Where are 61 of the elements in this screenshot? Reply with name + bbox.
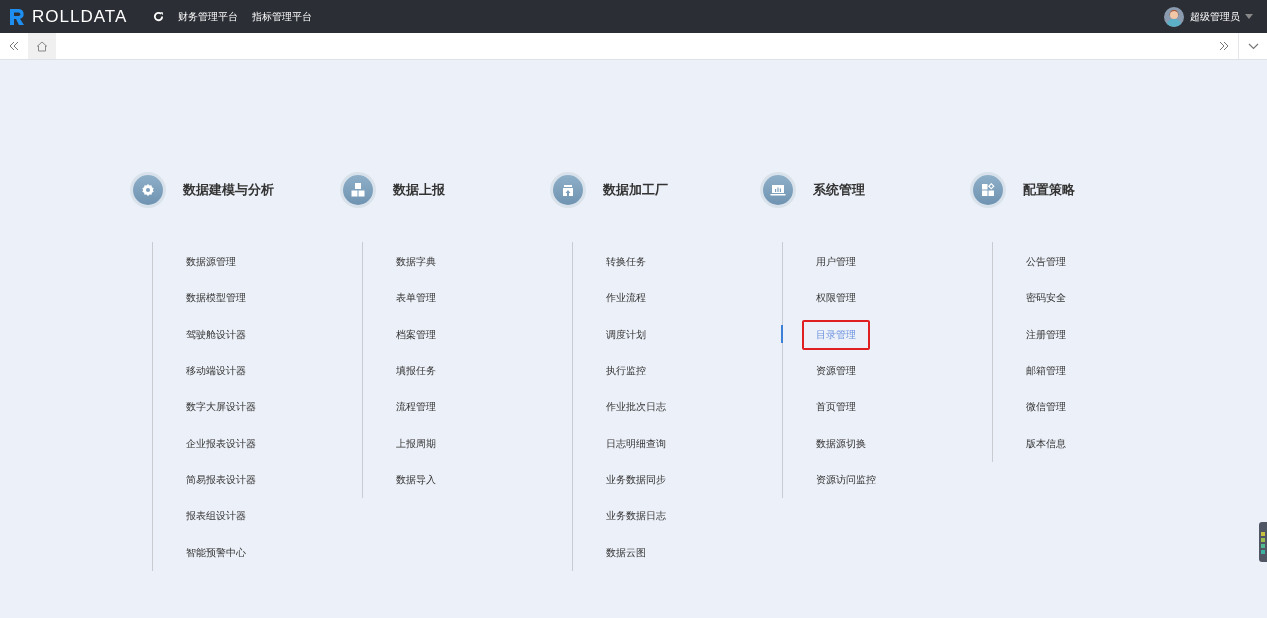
menu-link[interactable]: 数据源切换: [816, 436, 866, 451]
menu-link[interactable]: 版本信息: [1026, 436, 1066, 451]
menu-link[interactable]: 作业流程: [606, 291, 646, 306]
category-title: 数据建模与分析: [183, 181, 274, 199]
menu-link[interactable]: 业务数据日志: [606, 509, 666, 524]
menu-link[interactable]: 数据源管理: [186, 255, 236, 270]
menu-link[interactable]: 业务数据同步: [606, 472, 666, 487]
menu-link[interactable]: 公告管理: [1026, 255, 1066, 270]
logo-icon: [8, 6, 26, 27]
double-right-icon: [1219, 41, 1229, 51]
refresh-icon[interactable]: [153, 11, 165, 22]
menu-link[interactable]: 用户管理: [816, 255, 856, 270]
menu-link[interactable]: 数据云图: [606, 545, 646, 560]
nav-link[interactable]: 财务管理平台: [178, 9, 239, 24]
blocks-icon: [981, 183, 995, 197]
category-title: 配置策略: [1023, 181, 1075, 199]
menu-link[interactable]: 流程管理: [396, 400, 436, 415]
menu-link[interactable]: 转换任务: [606, 255, 646, 270]
menu-link[interactable]: 邮箱管理: [1026, 364, 1066, 379]
menu-link[interactable]: 微信管理: [1026, 400, 1066, 415]
menu-link[interactable]: 数字大屏设计器: [186, 400, 256, 415]
category-title: 数据加工厂: [603, 181, 668, 199]
menu-link[interactable]: 资源访问监控: [816, 472, 876, 487]
menu-link[interactable]: 调度计划: [606, 327, 646, 342]
nav-link[interactable]: 指标管理平台: [252, 9, 313, 24]
menu-link[interactable]: 表单管理: [396, 291, 436, 306]
menu-link[interactable]: 企业报表设计器: [186, 436, 256, 451]
menu-link[interactable]: 智能预警中心: [186, 545, 246, 560]
menu-link[interactable]: 注册管理: [1026, 327, 1066, 342]
building-icon: [561, 183, 575, 197]
chevron-down-icon: [1247, 42, 1259, 50]
menu-link[interactable]: 作业批次日志: [606, 400, 666, 415]
menu-link[interactable]: 移动端设计器: [186, 364, 246, 379]
menu-link[interactable]: 数据模型管理: [186, 291, 246, 306]
menu-link[interactable]: 执行监控: [606, 364, 646, 379]
menu-link[interactable]: 数据字典: [396, 255, 436, 270]
menu-link[interactable]: 资源管理: [816, 364, 856, 379]
menu-link[interactable]: 上报周期: [396, 436, 436, 451]
double-left-icon: [9, 41, 19, 51]
avatar-icon[interactable]: [1164, 6, 1184, 27]
menu-link[interactable]: 首页管理: [816, 400, 856, 415]
menu-link[interactable]: 填报任务: [396, 364, 436, 379]
menu-link[interactable]: 数据导入: [396, 472, 436, 487]
gear-icon: [141, 183, 155, 197]
menu-link[interactable]: 权限管理: [816, 291, 856, 306]
user-name[interactable]: 超级管理员: [1190, 9, 1240, 24]
menu-link[interactable]: 日志明细查询: [606, 436, 666, 451]
cubes-icon: [350, 182, 366, 198]
category-title: 系统管理: [813, 181, 865, 199]
menu-link[interactable]: 档案管理: [396, 327, 436, 342]
side-widget-icon[interactable]: [1259, 522, 1267, 562]
caret-icon[interactable]: [1245, 14, 1253, 19]
menu-link[interactable]: 简易报表设计器: [186, 472, 256, 487]
category-title: 数据上报: [393, 181, 445, 199]
menu-link[interactable]: 报表组设计器: [186, 509, 246, 524]
menu-link[interactable]: 密码安全: [1026, 291, 1066, 306]
home-tab[interactable]: [28, 33, 56, 59]
brand-name: ROLLDATA: [32, 6, 128, 27]
monitor-icon: [770, 183, 786, 197]
home-icon: [36, 40, 48, 52]
menu-link[interactable]: 驾驶舱设计器: [186, 327, 246, 342]
